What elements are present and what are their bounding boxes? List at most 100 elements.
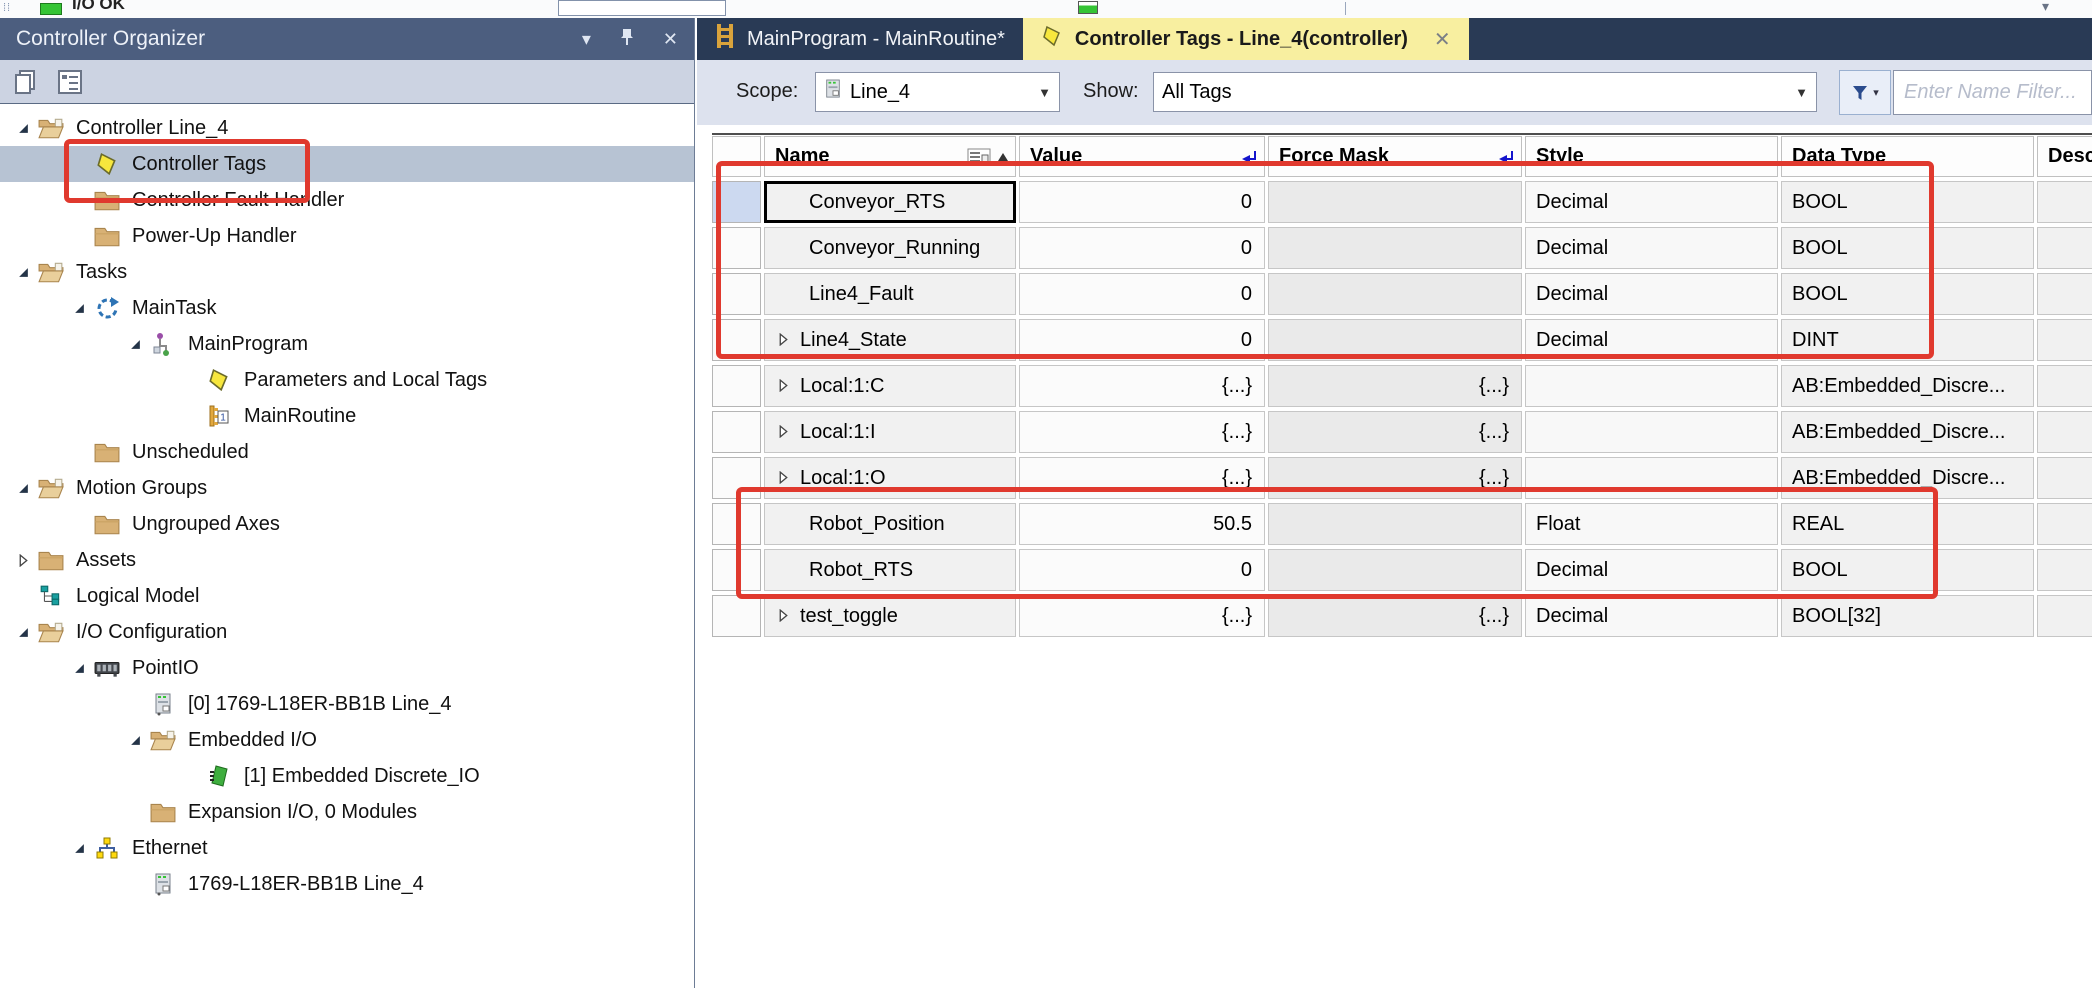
tag-style-cell[interactable]: Decimal: [1525, 549, 1778, 591]
tree-item-mainroutine[interactable]: 1MainRoutine: [0, 398, 694, 434]
panel-menu-chevron-icon[interactable]: ▾: [582, 29, 591, 50]
tag-style-cell[interactable]: [1525, 411, 1778, 453]
details-view-icon[interactable]: [52, 64, 88, 100]
name-edit-icon[interactable]: [967, 148, 991, 166]
column-header-value[interactable]: Value: [1019, 136, 1265, 177]
tag-name-cell[interactable]: Conveyor_RTS: [764, 181, 1016, 223]
tag-description-cell[interactable]: [2037, 595, 2092, 637]
tag-description-cell[interactable]: [2037, 457, 2092, 499]
tag-force-mask-cell[interactable]: [1268, 549, 1522, 591]
tag-data-type-cell[interactable]: AB:Embedded_Discre...: [1781, 411, 2034, 453]
column-header-force-mask[interactable]: Force Mask: [1268, 136, 1522, 177]
grid-corner-cell[interactable]: [712, 136, 761, 177]
tag-name-cell[interactable]: Robot_Position: [764, 503, 1016, 545]
tag-style-cell[interactable]: Decimal: [1525, 181, 1778, 223]
tag-value-cell[interactable]: 0: [1019, 181, 1265, 223]
tree-item-motion-groups[interactable]: Motion Groups: [0, 470, 694, 506]
tag-description-cell[interactable]: [2037, 365, 2092, 407]
tree-item-power-up-handler[interactable]: Power-Up Handler: [0, 218, 694, 254]
sort-asc-icon[interactable]: [997, 151, 1009, 163]
tag-value-cell[interactable]: {...}: [1019, 365, 1265, 407]
tree-item-pointio[interactable]: PointIO: [0, 650, 694, 686]
tag-name-cell[interactable]: Line4_State: [764, 319, 1016, 361]
tag-description-cell[interactable]: [2037, 503, 2092, 545]
tab-controller-tags[interactable]: Controller Tags - Line_4(controller) ✕: [1023, 18, 1469, 60]
tag-name-cell[interactable]: Local:1:C: [764, 365, 1016, 407]
row-selector-cell[interactable]: [712, 273, 761, 315]
tag-name-cell[interactable]: Local:1:I: [764, 411, 1016, 453]
row-selector-cell[interactable]: [712, 457, 761, 499]
toolbar-combobox[interactable]: [558, 0, 726, 16]
tag-style-cell[interactable]: Decimal: [1525, 319, 1778, 361]
tree-item-1769-l18er-bb1b-line-4[interactable]: 1769-L18ER-BB1B Line_4: [0, 866, 694, 902]
tree-item-embedded-i-o[interactable]: Embedded I/O: [0, 722, 694, 758]
column-header-style[interactable]: Style: [1525, 136, 1778, 177]
row-selector-cell[interactable]: [712, 411, 761, 453]
tag-data-type-cell[interactable]: REAL: [1781, 503, 2034, 545]
tag-data-type-cell[interactable]: BOOL: [1781, 273, 2034, 315]
tag-force-mask-cell[interactable]: [1268, 503, 1522, 545]
tag-data-type-cell[interactable]: AB:Embedded_Discre...: [1781, 457, 2034, 499]
filter-funnel-button[interactable]: ▾: [1839, 70, 1891, 115]
tree-item-expansion-i-o-0-modules[interactable]: Expansion I/O, 0 Modules: [0, 794, 694, 830]
twisty-expanded-icon[interactable]: [12, 626, 34, 639]
pin-left-icon[interactable]: [1240, 148, 1258, 166]
tree-item-tasks[interactable]: Tasks: [0, 254, 694, 290]
tag-description-cell[interactable]: [2037, 549, 2092, 591]
tree-item-controller-tags[interactable]: Controller Tags: [0, 146, 694, 182]
tag-style-cell[interactable]: [1525, 365, 1778, 407]
expand-arrow-icon[interactable]: [777, 467, 790, 490]
twisty-expanded-icon[interactable]: [68, 662, 90, 675]
name-filter-input[interactable]: [1893, 70, 2092, 115]
tree-item-controller-fault-handler[interactable]: Controller Fault Handler: [0, 182, 694, 218]
tag-force-mask-cell[interactable]: [1268, 227, 1522, 269]
tag-value-cell[interactable]: 0: [1019, 319, 1265, 361]
row-selector-cell[interactable]: [712, 181, 761, 223]
twisty-expanded-icon[interactable]: [124, 338, 146, 351]
toolbar-overflow-chevron-icon[interactable]: ▾: [2042, 0, 2049, 15]
tag-description-cell[interactable]: [2037, 273, 2092, 315]
close-icon[interactable]: ✕: [663, 29, 678, 50]
tag-value-cell[interactable]: 0: [1019, 227, 1265, 269]
tag-value-cell[interactable]: 0: [1019, 549, 1265, 591]
tag-data-type-cell[interactable]: BOOL: [1781, 549, 2034, 591]
tag-name-cell[interactable]: Conveyor_Running: [764, 227, 1016, 269]
tag-value-cell[interactable]: 50.5: [1019, 503, 1265, 545]
tag-name-cell[interactable]: Robot_RTS: [764, 549, 1016, 591]
tag-style-cell[interactable]: Float: [1525, 503, 1778, 545]
expand-arrow-icon[interactable]: [777, 375, 790, 398]
column-header-desc[interactable]: Desc: [2037, 136, 2092, 177]
tag-description-cell[interactable]: [2037, 181, 2092, 223]
tag-force-mask-cell[interactable]: [1268, 319, 1522, 361]
tag-data-type-cell[interactable]: BOOL: [1781, 227, 2034, 269]
twisty-expanded-icon[interactable]: [124, 734, 146, 747]
tree-item-controller-line-4[interactable]: Controller Line_4: [0, 110, 694, 146]
row-selector-cell[interactable]: [712, 227, 761, 269]
stacked-pages-icon[interactable]: [8, 64, 44, 100]
tree-item-1-embedded-discrete-io[interactable]: [1] Embedded Discrete_IO: [0, 758, 694, 794]
tag-value-cell[interactable]: {...}: [1019, 411, 1265, 453]
tree-item-unscheduled[interactable]: Unscheduled: [0, 434, 694, 470]
tag-force-mask-cell[interactable]: {...}: [1268, 457, 1522, 499]
tag-style-cell[interactable]: Decimal: [1525, 227, 1778, 269]
tag-description-cell[interactable]: [2037, 319, 2092, 361]
tag-value-cell[interactable]: {...}: [1019, 457, 1265, 499]
pin-icon[interactable]: [619, 28, 635, 51]
expand-arrow-icon[interactable]: [777, 605, 790, 628]
tag-data-type-cell[interactable]: BOOL: [1781, 181, 2034, 223]
row-selector-cell[interactable]: [712, 365, 761, 407]
tag-style-cell[interactable]: [1525, 457, 1778, 499]
row-selector-cell[interactable]: [712, 549, 761, 591]
tag-name-cell[interactable]: test_toggle: [764, 595, 1016, 637]
tree-item-ethernet[interactable]: Ethernet: [0, 830, 694, 866]
tag-force-mask-cell[interactable]: [1268, 273, 1522, 315]
expand-arrow-icon[interactable]: [777, 329, 790, 352]
twisty-expanded-icon[interactable]: [68, 842, 90, 855]
twisty-expanded-icon[interactable]: [68, 302, 90, 315]
tag-description-cell[interactable]: [2037, 227, 2092, 269]
tag-force-mask-cell[interactable]: {...}: [1268, 595, 1522, 637]
tree-item-logical-model[interactable]: Logical Model: [0, 578, 694, 614]
expand-arrow-icon[interactable]: [777, 421, 790, 444]
tag-data-type-cell[interactable]: BOOL[32]: [1781, 595, 2034, 637]
tag-force-mask-cell[interactable]: {...}: [1268, 365, 1522, 407]
